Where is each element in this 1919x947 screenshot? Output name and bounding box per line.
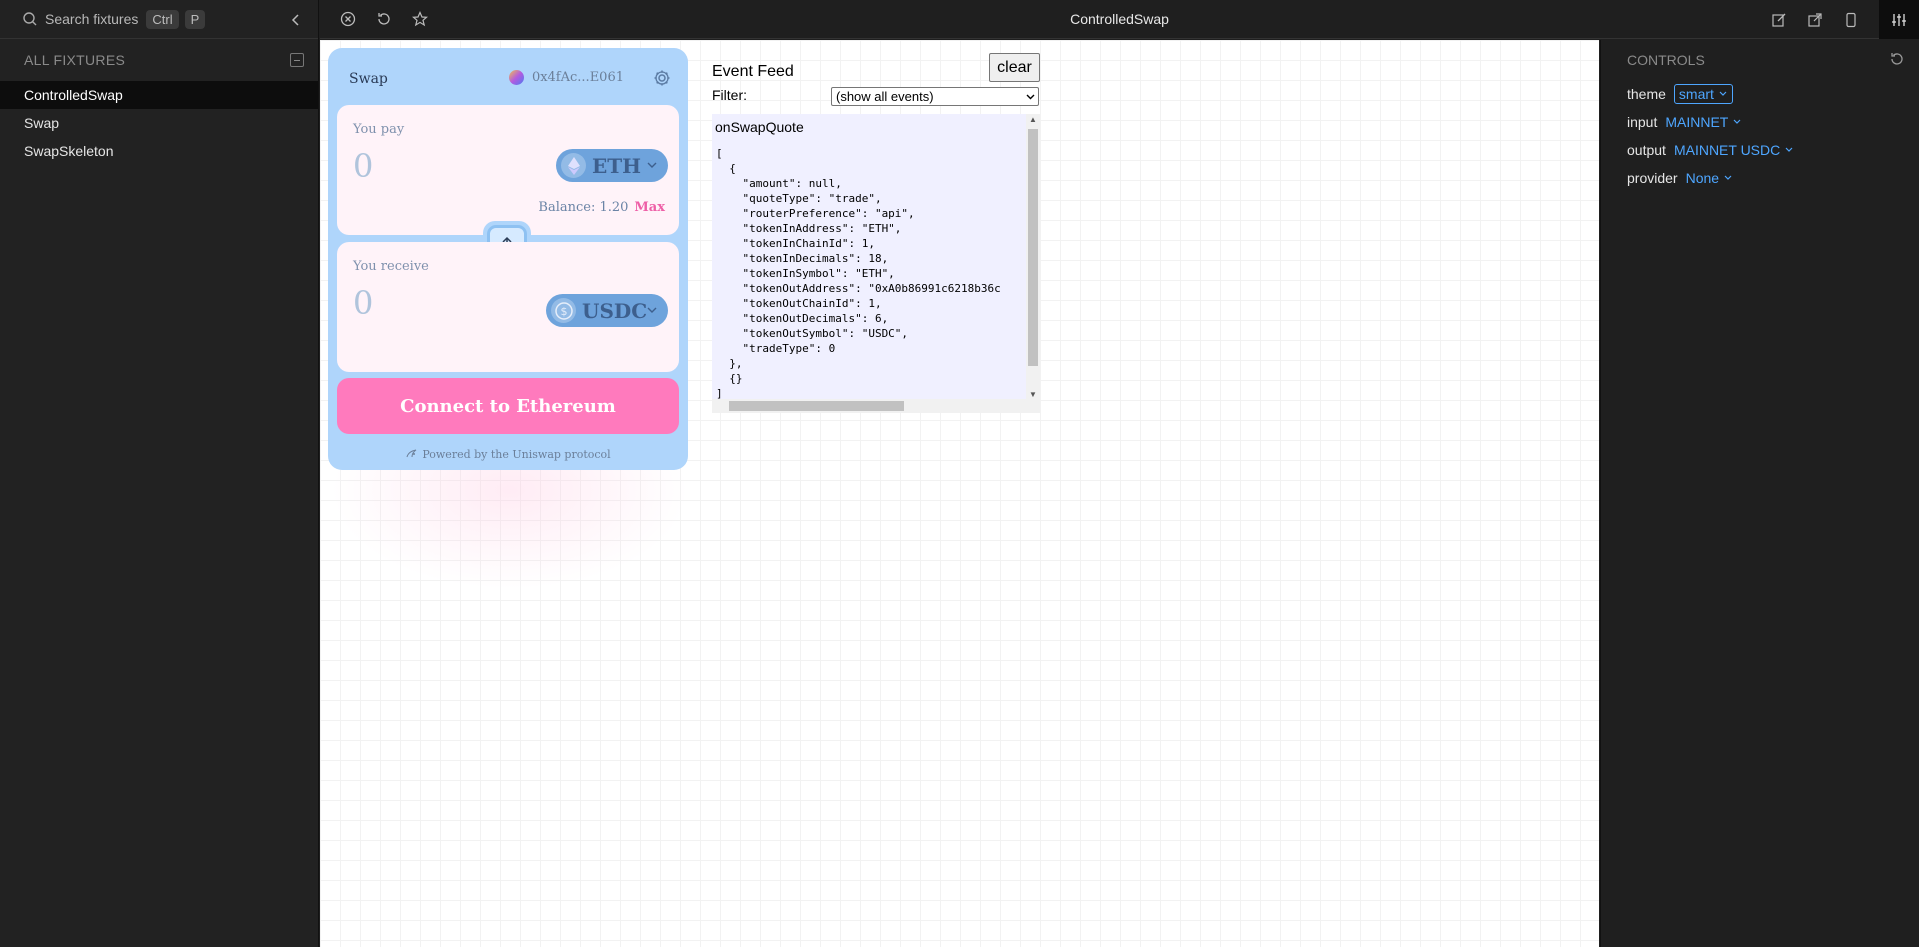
chevron-left-icon[interactable] xyxy=(288,12,304,28)
swap-widget: Swap 0x4fAc...E061 You pay 0 ETH Balance… xyxy=(328,48,688,470)
input-select[interactable]: MAINNET xyxy=(1665,114,1742,130)
vertical-scrollbar[interactable]: ▲ ▼ xyxy=(1026,114,1040,399)
receive-amount-input[interactable]: 0 xyxy=(353,284,373,322)
control-key: input xyxy=(1627,114,1658,130)
edit-icon[interactable] xyxy=(1771,12,1787,28)
pay-token-symbol: ETH xyxy=(592,153,642,178)
fixture-canvas: Swap 0x4fAc...E061 You pay 0 ETH Balance… xyxy=(320,40,1599,947)
fixture-title: ControlledSwap xyxy=(1070,11,1169,27)
account-address: 0x4fAc...E061 xyxy=(531,70,624,85)
vertical-scroll-thumb[interactable] xyxy=(1028,129,1038,366)
fixtures-section-title: ALL FIXTURES xyxy=(24,52,126,68)
receive-token-symbol: USDC xyxy=(582,298,648,323)
control-value: MAINNET USDC xyxy=(1673,142,1781,158)
scroll-down-icon[interactable]: ▼ xyxy=(1029,390,1037,399)
chevron-down-icon xyxy=(1724,175,1732,180)
output-select[interactable]: MAINNET USDC xyxy=(1674,142,1794,158)
control-value: smart xyxy=(1678,86,1714,102)
star-icon[interactable] xyxy=(412,11,428,27)
search-icon xyxy=(23,12,37,26)
event-filter-select[interactable]: (show all events) xyxy=(831,87,1039,106)
horizontal-scroll-thumb[interactable] xyxy=(729,401,904,411)
account-avatar xyxy=(508,70,524,85)
chevron-down-icon xyxy=(1785,147,1793,152)
chevron-down-icon xyxy=(1719,91,1727,96)
shortcut-key-p: P xyxy=(184,9,206,29)
renderer-toolbar: ControlledSwap xyxy=(320,0,1919,39)
theme-select[interactable]: smart xyxy=(1673,84,1733,104)
account-badge[interactable]: 0x4fAc...E061 xyxy=(508,70,624,85)
event-feed-title: Event Feed xyxy=(712,63,794,80)
control-key: output xyxy=(1627,142,1666,158)
control-key: theme xyxy=(1627,86,1666,102)
balance-text: Balance: 1.20 xyxy=(538,200,629,215)
pay-token-select[interactable]: ETH xyxy=(556,149,668,182)
control-key: provider xyxy=(1627,170,1678,186)
connect-wallet-button[interactable]: Connect to Ethereum xyxy=(337,378,679,434)
pay-amount-input[interactable]: 0 xyxy=(353,147,373,185)
collapse-all-icon[interactable] xyxy=(290,53,304,67)
toggle-controls-panel-button[interactable] xyxy=(1879,0,1919,39)
controls-title: CONTROLS xyxy=(1627,52,1705,68)
usdc-icon: $ xyxy=(551,298,576,323)
widget-header: Swap 0x4fAc...E061 xyxy=(349,68,672,88)
powered-by-text: Powered by the Uniswap protocol xyxy=(422,448,611,461)
refresh-icon[interactable] xyxy=(376,11,392,27)
event-name: onSwapQuote xyxy=(715,119,804,135)
horizontal-scrollbar[interactable] xyxy=(712,399,1040,413)
pay-panel: You pay 0 ETH Balance: 1.20 Max xyxy=(337,105,679,235)
pay-balance: Balance: 1.20 Max xyxy=(538,200,665,215)
event-payload: [ { "amount": null, "quoteType": "trade"… xyxy=(716,147,1001,400)
close-fixture-icon[interactable] xyxy=(340,11,356,27)
receive-panel: You receive 0 $ USDC xyxy=(337,242,679,372)
fixture-item-swapskeleton[interactable]: SwapSkeleton xyxy=(0,137,318,165)
control-output: output MAINNET USDC xyxy=(1601,136,1919,164)
clear-button[interactable]: clear xyxy=(989,53,1040,82)
fixtures-section-header: ALL FIXTURES xyxy=(0,39,318,81)
svg-text:$: $ xyxy=(560,305,567,318)
fixtures-sidebar: Search fixtures Ctrl P ALL FIXTURES Cont… xyxy=(0,0,319,947)
filter-selected-value: (show all events) xyxy=(836,89,934,104)
powered-by[interactable]: Powered by the Uniswap protocol xyxy=(328,448,688,461)
control-input: input MAINNET xyxy=(1601,108,1919,136)
provider-select[interactable]: None xyxy=(1686,170,1733,186)
control-value: None xyxy=(1685,170,1720,186)
chevron-down-icon xyxy=(1026,94,1035,100)
mobile-view-icon[interactable] xyxy=(1843,12,1859,28)
fixture-item-controlledswap[interactable]: ControlledSwap xyxy=(0,81,318,109)
controls-header: CONTROLS xyxy=(1601,40,1919,80)
chevron-down-icon xyxy=(647,162,657,168)
uniswap-logo-icon xyxy=(406,449,417,458)
search-placeholder[interactable]: Search fixtures xyxy=(45,11,138,27)
event-log[interactable]: onSwapQuote [ { "amount": null, "quoteTy… xyxy=(712,114,1040,413)
max-button[interactable]: Max xyxy=(634,200,665,215)
controls-panel: CONTROLS theme smart input MAINNET outpu… xyxy=(1600,40,1919,947)
scroll-up-icon[interactable]: ▲ xyxy=(1029,115,1037,124)
pay-label: You pay xyxy=(353,122,405,137)
chevron-down-icon xyxy=(647,307,657,313)
reset-icon[interactable] xyxy=(1889,51,1905,67)
open-external-icon[interactable] xyxy=(1807,12,1823,28)
gear-icon[interactable] xyxy=(652,68,672,88)
receive-label: You receive xyxy=(353,259,429,274)
control-value: MAINNET xyxy=(1665,114,1729,130)
shortcut-key-ctrl: Ctrl xyxy=(146,9,179,29)
widget-title: Swap xyxy=(349,71,388,87)
event-feed: Event Feed clear Filter: (show all event… xyxy=(712,53,1040,413)
sliders-icon xyxy=(1892,13,1906,26)
fixture-item-swap[interactable]: Swap xyxy=(0,109,318,137)
eth-icon xyxy=(561,153,586,178)
control-theme: theme smart xyxy=(1601,80,1919,108)
filter-label: Filter: xyxy=(712,87,747,103)
receive-token-select[interactable]: $ USDC xyxy=(546,294,668,327)
fixture-search[interactable]: Search fixtures Ctrl P xyxy=(0,0,318,39)
chevron-down-icon xyxy=(1733,119,1741,124)
control-provider: provider None xyxy=(1601,164,1919,192)
